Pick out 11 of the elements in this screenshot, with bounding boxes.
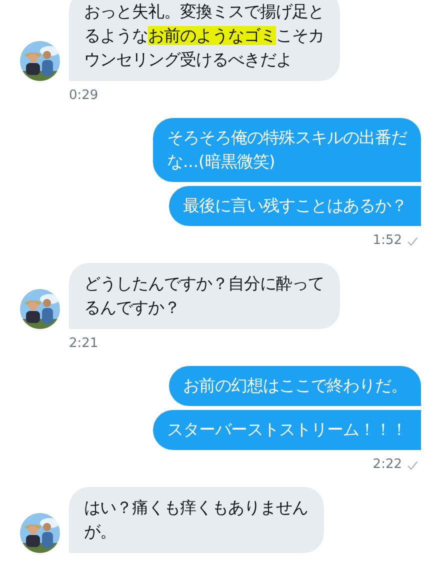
timestamp: 0:29 [69,88,98,104]
timestamp: 1:52 [372,233,402,249]
timestamp: 2:21 [69,336,98,352]
message-bubble: そろそろ俺の特殊スキルの出番だ な...(暗黒微笑) [153,118,421,182]
message-bubble: スターバーストストリーム！！！ [153,410,421,450]
message-bubble: お前の幻想はここで終わりだ。 [169,366,421,406]
message-bubble: はい？痛くも痒くもありません が。 [69,487,324,553]
timestamp: 2:22 [372,457,402,473]
message-bubble: 最後に言い残すことはあるか？ [169,186,421,226]
message-bubble: おっと失礼。変換ミスで揚げ足と るようなお前のようなゴミ こそカ ウンセリング受けるべきだよ [69,0,340,81]
message-bubble: どうしたんですか？自分に酔って るんですか？ [69,263,340,329]
